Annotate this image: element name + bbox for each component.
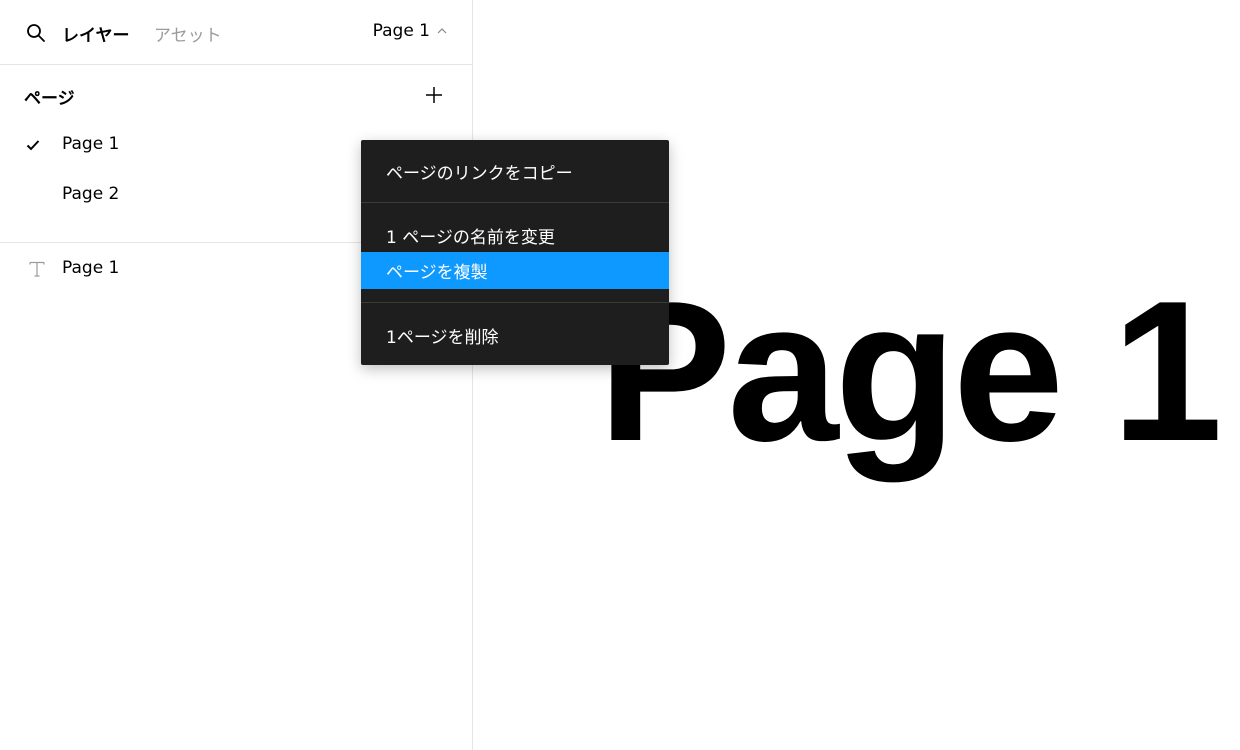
panel-tabbar: レイヤー アセット Page 1 [0, 2, 472, 65]
menu-separator [361, 302, 669, 303]
context-menu: ページのリンクをコピー 1 ページの名前を変更 ページを複製 1ページを削除 [361, 140, 669, 365]
page-list-item-label: Page 1 [62, 134, 120, 154]
layer-row-label: Page 1 [62, 258, 120, 278]
search-icon[interactable] [26, 23, 46, 43]
chevron-up-icon [437, 28, 447, 34]
menu-item-label: ページを複製 [386, 263, 488, 283]
menu-item-label: ページのリンクをコピー [386, 164, 573, 184]
left-panel: レイヤー アセット Page 1 ページ Page 1 Page 2 Page [0, 0, 473, 750]
page-selector[interactable]: Page 1 [373, 21, 448, 41]
page-selector-label: Page 1 [372, 21, 430, 41]
tab-assets[interactable]: アセット [154, 21, 222, 46]
menu-separator [361, 202, 669, 203]
menu-item-copy-link[interactable]: ページのリンクをコピー [361, 152, 669, 188]
add-page-icon[interactable] [424, 85, 444, 105]
tab-layers[interactable]: レイヤー [62, 21, 130, 46]
menu-item-rename-page[interactable]: 1 ページの名前を変更 [361, 216, 669, 252]
checkmark-icon [26, 140, 40, 151]
menu-item-duplicate-page[interactable]: ページを複製 [361, 252, 669, 289]
menu-item-label: 1ページを削除 [386, 328, 499, 348]
text-icon [29, 261, 45, 277]
pages-section-title: ページ [24, 89, 75, 109]
menu-item-delete-page[interactable]: 1ページを削除 [361, 316, 669, 352]
page-list-item-label: Page 2 [62, 184, 120, 204]
canvas-text-layer[interactable]: Page 1 [598, 272, 1223, 472]
menu-item-label: 1 ページの名前を変更 [386, 228, 555, 248]
